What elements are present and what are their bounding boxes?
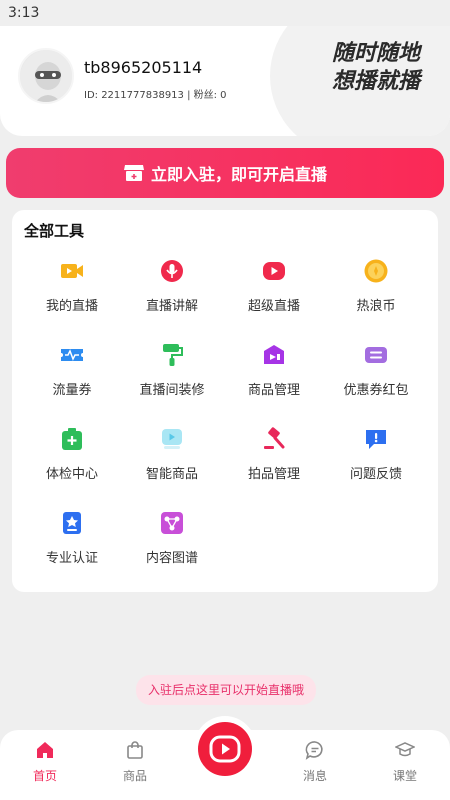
tab-classroom[interactable]: 课堂 bbox=[375, 740, 435, 784]
feedback-icon bbox=[366, 430, 386, 449]
tool-label: 优惠券红包 bbox=[343, 383, 409, 398]
certification-icon bbox=[63, 512, 81, 534]
tool-label: 智能商品 bbox=[145, 467, 198, 482]
tool-label: 流量券 bbox=[52, 383, 92, 398]
profile-header: tb8965205114 ID: 2211777838913 | 粉丝: 0 随… bbox=[0, 26, 450, 136]
tool-auction-manage[interactable]: 拍品管理 bbox=[224, 426, 324, 496]
medical-kit-icon bbox=[62, 428, 82, 450]
coupon-icon bbox=[365, 347, 387, 363]
tool-label: 问题反馈 bbox=[349, 467, 402, 482]
tab-label: 首页 bbox=[32, 769, 57, 783]
tab-home[interactable]: 首页 bbox=[15, 740, 75, 784]
tab-products[interactable]: 商品 bbox=[105, 740, 165, 784]
traffic-ticket-icon bbox=[61, 349, 83, 361]
tools-panel: 全部工具 我的直播 直播讲解 超级直播 热浪币 流量券 直播间装修 商品管理 优… bbox=[12, 210, 438, 592]
tool-certification[interactable]: 专业认证 bbox=[22, 510, 122, 580]
tool-product-manage[interactable]: 商品管理 bbox=[224, 342, 324, 412]
tab-label: 消息 bbox=[302, 769, 327, 783]
status-time: 3:13 bbox=[8, 5, 40, 21]
slogan: 随时随地 想播就播 bbox=[280, 40, 420, 110]
start-live-button[interactable] bbox=[198, 722, 252, 776]
tool-label: 内容图谱 bbox=[145, 551, 198, 566]
start-live-tip: 入驻后点这里可以开始直播哦 bbox=[136, 675, 317, 705]
microphone-icon bbox=[161, 260, 183, 282]
tool-room-decoration[interactable]: 直播间装修 bbox=[122, 342, 222, 412]
store-icon bbox=[123, 165, 144, 181]
tool-live-explain[interactable]: 直播讲解 bbox=[122, 258, 222, 328]
join-live-label: 立即入驻，即可开启直播 bbox=[150, 165, 327, 184]
tool-content-graph[interactable]: 内容图谱 bbox=[122, 510, 222, 580]
coin-icon bbox=[364, 259, 388, 283]
tool-coupon[interactable]: 优惠券红包 bbox=[326, 342, 426, 412]
username: tb8965205114 bbox=[84, 58, 203, 77]
slogan-line-1: 随时随地 bbox=[331, 41, 420, 66]
tool-health-center[interactable]: 体检中心 bbox=[22, 426, 122, 496]
tool-label: 体检中心 bbox=[45, 467, 98, 482]
shopping-bag-icon bbox=[127, 741, 143, 759]
tool-feedback[interactable]: 问题反馈 bbox=[326, 426, 426, 496]
tool-label: 商品管理 bbox=[247, 383, 300, 398]
play-icon bbox=[263, 262, 285, 280]
tool-label: 我的直播 bbox=[45, 299, 98, 314]
graduation-cap-icon bbox=[395, 742, 415, 757]
tool-super-live[interactable]: 超级直播 bbox=[224, 258, 324, 328]
status-bar: 3:13 bbox=[0, 0, 450, 26]
tool-label: 直播间装修 bbox=[139, 383, 205, 398]
tool-heatwave-coin[interactable]: 热浪币 bbox=[326, 258, 426, 328]
tool-label: 直播讲解 bbox=[145, 299, 198, 314]
video-camera-icon bbox=[61, 264, 83, 278]
product-manage-icon bbox=[264, 345, 284, 364]
tab-messages[interactable]: 消息 bbox=[285, 740, 345, 784]
tool-traffic-ticket[interactable]: 流量券 bbox=[22, 342, 122, 412]
live-play-icon bbox=[209, 735, 241, 763]
tool-my-live[interactable]: 我的直播 bbox=[22, 258, 122, 328]
user-id-fans: ID: 2211777838913 | 粉丝: 0 bbox=[84, 90, 227, 101]
tab-label: 商品 bbox=[122, 769, 147, 783]
tool-label: 专业认证 bbox=[45, 551, 98, 566]
join-live-button[interactable]: 立即入驻，即可开启直播 bbox=[6, 148, 444, 198]
message-icon bbox=[305, 741, 323, 760]
tab-label: 课堂 bbox=[392, 769, 417, 783]
smart-product-icon bbox=[162, 429, 182, 449]
paint-roller-icon bbox=[163, 344, 183, 366]
tools-title: 全部工具 bbox=[24, 222, 85, 240]
tool-label: 超级直播 bbox=[247, 299, 300, 314]
avatar[interactable] bbox=[18, 48, 74, 104]
tool-smart-product[interactable]: 智能商品 bbox=[122, 426, 222, 496]
home-icon bbox=[37, 742, 53, 758]
tool-label: 热浪币 bbox=[356, 299, 396, 314]
tool-label: 拍品管理 bbox=[247, 467, 300, 482]
slogan-line-2: 想播就播 bbox=[331, 69, 420, 94]
auction-hammer-icon bbox=[264, 427, 285, 449]
content-graph-icon bbox=[161, 512, 183, 534]
